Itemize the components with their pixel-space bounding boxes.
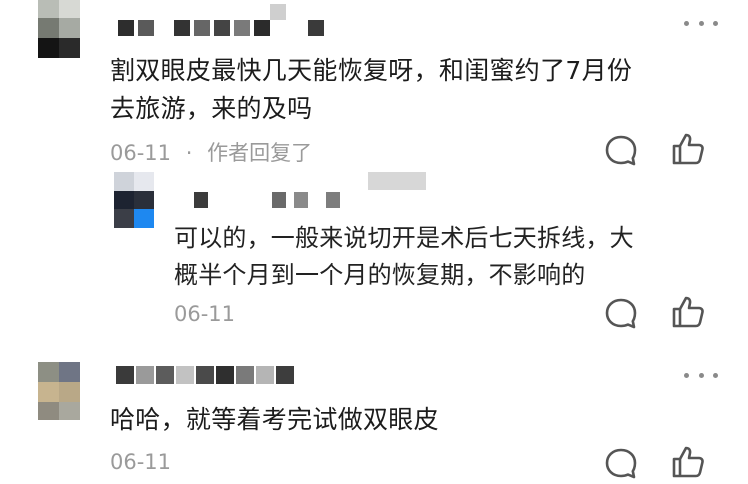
- blur-pixel: [214, 20, 230, 36]
- avatar-pixel: [59, 0, 80, 18]
- more-dots-icon[interactable]: [684, 18, 718, 28]
- avatar-pixel: [134, 191, 154, 209]
- author-replied-label[interactable]: 作者回复了: [207, 141, 312, 165]
- avatar-pixel: [59, 18, 80, 38]
- avatar-pixel: [38, 362, 59, 382]
- avatar-pixel: [134, 172, 154, 191]
- blur-pixel: [196, 366, 214, 384]
- avatar-pixel: [38, 18, 59, 38]
- comment-text-line: 去旅游，来的及吗: [110, 94, 313, 123]
- avatar-pixel: [114, 172, 134, 191]
- thumbs-up-icon[interactable]: [670, 131, 706, 167]
- reply-text-line: 可以的，一般来说切开是术后七天拆线，大: [174, 224, 634, 252]
- blur-pixel: [176, 366, 194, 384]
- avatar-pixel: [38, 382, 59, 402]
- thumbs-up-icon[interactable]: [670, 294, 706, 330]
- reply-author-avatar[interactable]: [114, 172, 154, 228]
- avatar-pixel: [134, 209, 154, 228]
- avatar-pixel: [114, 191, 134, 209]
- comment-date: 06-11: [110, 141, 172, 165]
- blur-pixel: [194, 20, 210, 36]
- meta-separator: ·: [185, 141, 193, 165]
- blur-pixel: [174, 20, 190, 36]
- reply-text-line: 概半个月到一个月的恢复期，不影响的: [174, 261, 586, 289]
- reply-date: 06-11: [174, 302, 236, 326]
- username-blurred[interactable]: [116, 364, 296, 386]
- comment-date: 06-11: [110, 450, 172, 474]
- blur-pixel: [254, 20, 270, 36]
- thumbs-up-icon[interactable]: [670, 444, 706, 480]
- comment-bubble-icon[interactable]: [603, 296, 639, 332]
- blur-pixel: [256, 366, 274, 384]
- blur-pixel: [234, 20, 250, 36]
- blur-pixel: [116, 366, 134, 384]
- avatar-pixel: [114, 209, 134, 228]
- commenter-avatar[interactable]: [38, 362, 80, 420]
- blur-pixel: [194, 192, 208, 208]
- avatar-pixel: [38, 0, 59, 18]
- comment-meta: 06-11 · 作者回复了: [110, 137, 312, 167]
- commenter-avatar[interactable]: [38, 0, 80, 58]
- blur-pixel: [136, 366, 154, 384]
- blur-pixel: [276, 366, 294, 384]
- avatar-pixel: [59, 362, 80, 382]
- avatar-pixel: [59, 382, 80, 402]
- blur-pixel: [156, 366, 174, 384]
- comment-bubble-icon[interactable]: [603, 446, 639, 482]
- comment-text-line: 哈哈，就等着考完试做双眼皮: [110, 405, 439, 434]
- comment-text-line: 割双眼皮最快几天能恢复呀，和闺蜜约了7月份: [110, 56, 633, 85]
- blur-pixel: [236, 366, 254, 384]
- avatar-pixel: [38, 402, 59, 420]
- blur-pixel: [118, 20, 134, 36]
- blur-pixel: [294, 192, 308, 208]
- blur-pixel: [270, 4, 286, 20]
- blur-pixel: [216, 366, 234, 384]
- blur-pixel: [308, 20, 324, 36]
- more-dots-icon[interactable]: [684, 370, 718, 380]
- avatar-pixel: [59, 38, 80, 58]
- blur-pixel: [138, 20, 154, 36]
- reply-username-blurred[interactable]: [190, 172, 430, 212]
- comment-bubble-icon[interactable]: [603, 133, 639, 169]
- blur-pixel: [272, 192, 286, 208]
- blur-pixel: [326, 192, 340, 208]
- avatar-pixel: [38, 38, 59, 58]
- avatar-pixel: [59, 402, 80, 420]
- blur-pixel: [368, 172, 426, 190]
- username-blurred[interactable]: [118, 4, 330, 40]
